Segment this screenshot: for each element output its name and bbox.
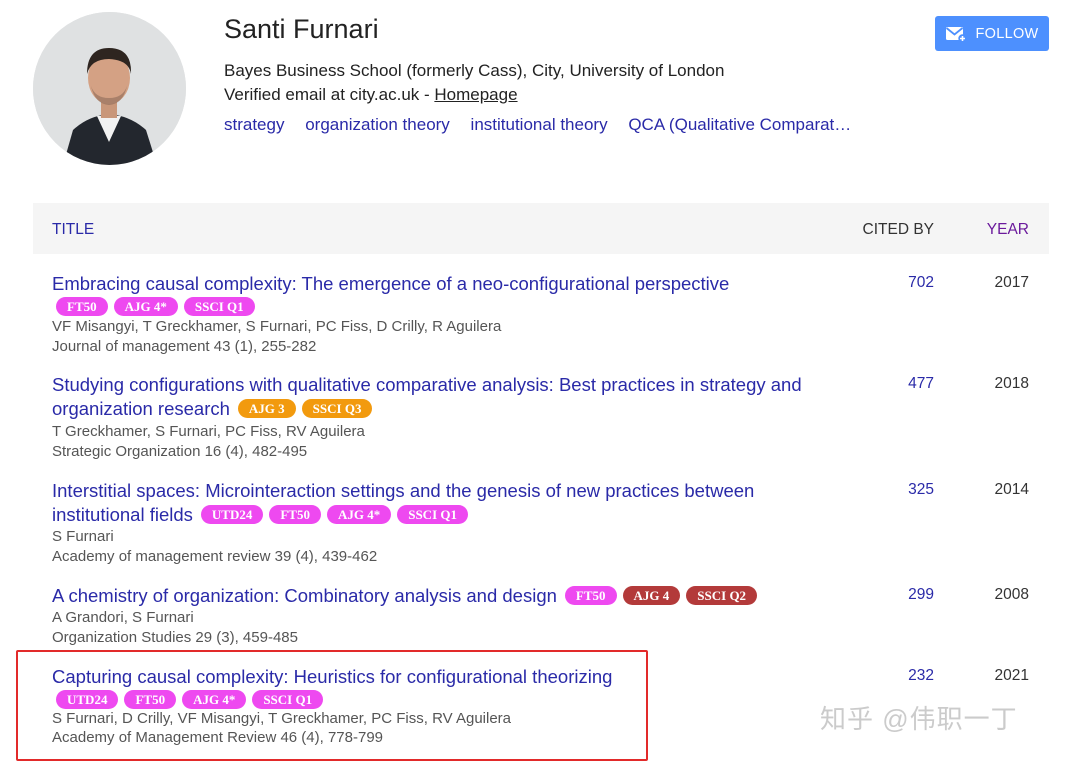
cited-by-count-link[interactable]: 702	[908, 274, 934, 292]
publications-table-header: TITLE CITED BY YEAR	[33, 203, 1049, 254]
publication-venue: Academy of management review 39 (4), 439…	[52, 548, 378, 565]
publication-year: 2018	[994, 375, 1029, 392]
publication-year: 2017	[994, 274, 1029, 291]
ranking-badges: AJG 3 SSCI Q3	[237, 398, 379, 419]
ranking-badge: SSCI Q2	[686, 586, 758, 605]
publication-title-link[interactable]: Interstitial spaces: Microinteraction se…	[52, 479, 837, 527]
ranking-badge: SSCI Q3	[301, 399, 373, 418]
follow-label: FOLLOW	[975, 25, 1039, 42]
envelope-plus-icon	[946, 26, 968, 43]
publication-title-link[interactable]: A chemistry of organization: Combinatory…	[52, 584, 837, 608]
verified-email-text: Verified email at city.ac.uk -	[224, 85, 435, 104]
ranking-badge: UTD24	[200, 505, 264, 524]
publication-year: 2014	[994, 481, 1029, 498]
cited-by-count-link[interactable]: 299	[908, 586, 934, 604]
ranking-badge: AJG 4*	[326, 505, 392, 524]
interest-link-organization-theory[interactable]: organization theory	[305, 115, 450, 134]
ranking-badges: FT50 AJG 4 SSCI Q2	[564, 585, 763, 606]
publication-title-line: Studying configurations with qualitative…	[52, 374, 802, 395]
column-header-title[interactable]: TITLE	[52, 221, 94, 239]
homepage-link[interactable]: Homepage	[434, 85, 517, 104]
publication-venue: Journal of management 43 (1), 255-282	[52, 338, 317, 355]
cited-by-count-link[interactable]: 232	[908, 667, 934, 685]
interest-link-institutional-theory[interactable]: institutional theory	[471, 115, 608, 134]
publication-venue: Strategic Organization 16 (4), 482-495	[52, 443, 308, 460]
ranking-badge: AJG 4	[622, 586, 681, 605]
watermark: 知乎 @伟职一丁	[820, 704, 1018, 734]
column-header-year[interactable]: YEAR	[987, 221, 1029, 239]
publication-title-line: Interstitial spaces: Microinteraction se…	[52, 480, 755, 501]
cited-by-count-link[interactable]: 477	[908, 375, 934, 393]
profile-affiliation: Bayes Business School (formerly Cass), C…	[224, 61, 725, 80]
profile-photo	[33, 12, 186, 165]
publication-authors: T Greckhamer, S Furnari, PC Fiss, RV Agu…	[52, 423, 365, 440]
publication-venue: Organization Studies 29 (3), 459-485	[52, 629, 298, 646]
publication-year: 2008	[994, 586, 1029, 603]
ranking-badge: SSCI Q1	[397, 505, 468, 524]
interest-link-strategy[interactable]: strategy	[224, 115, 284, 134]
publication-title-line: institutional fields	[52, 504, 193, 525]
publication-title-link[interactable]: Studying configurations with qualitative…	[52, 373, 837, 421]
ranking-badge: AJG 4*	[113, 297, 178, 316]
publication-authors: VF Misangyi, T Greckhamer, S Furnari, PC…	[52, 318, 502, 335]
publication-title-line: A chemistry of organization: Combinatory…	[52, 585, 557, 606]
profile-email-line: Verified email at city.ac.uk - Homepage	[224, 85, 518, 105]
ranking-badges: UTD24 FT50 AJG 4* SSCI Q1	[200, 504, 474, 525]
research-interests: strategy organization theory institution…	[224, 115, 851, 135]
ranking-badge: FT50	[56, 297, 108, 316]
avatar	[33, 12, 186, 165]
highlight-box	[16, 650, 648, 761]
publication-title-link[interactable]: Embracing causal complexity: The emergen…	[52, 272, 837, 296]
publication-authors: A Grandori, S Furnari	[52, 609, 194, 626]
profile-name: Santi Furnari	[224, 14, 379, 44]
ranking-badges: FT50 AJG 4* SSCI Q1	[56, 297, 261, 318]
publication-year: 2021	[994, 667, 1029, 684]
ranking-badge: AJG 3	[237, 399, 296, 418]
ranking-badge: SSCI Q1	[183, 297, 255, 316]
ranking-badge: FT50	[269, 505, 321, 524]
follow-button[interactable]: FOLLOW	[935, 16, 1049, 51]
cited-by-count-link[interactable]: 325	[908, 481, 934, 499]
interest-link-qca[interactable]: QCA (Qualitative Comparat…	[628, 115, 851, 135]
column-header-cited-by[interactable]: CITED BY	[863, 221, 934, 239]
ranking-badge: FT50	[564, 586, 617, 605]
publication-title-line: organization research	[52, 398, 230, 419]
publication-authors: S Furnari	[52, 528, 114, 545]
